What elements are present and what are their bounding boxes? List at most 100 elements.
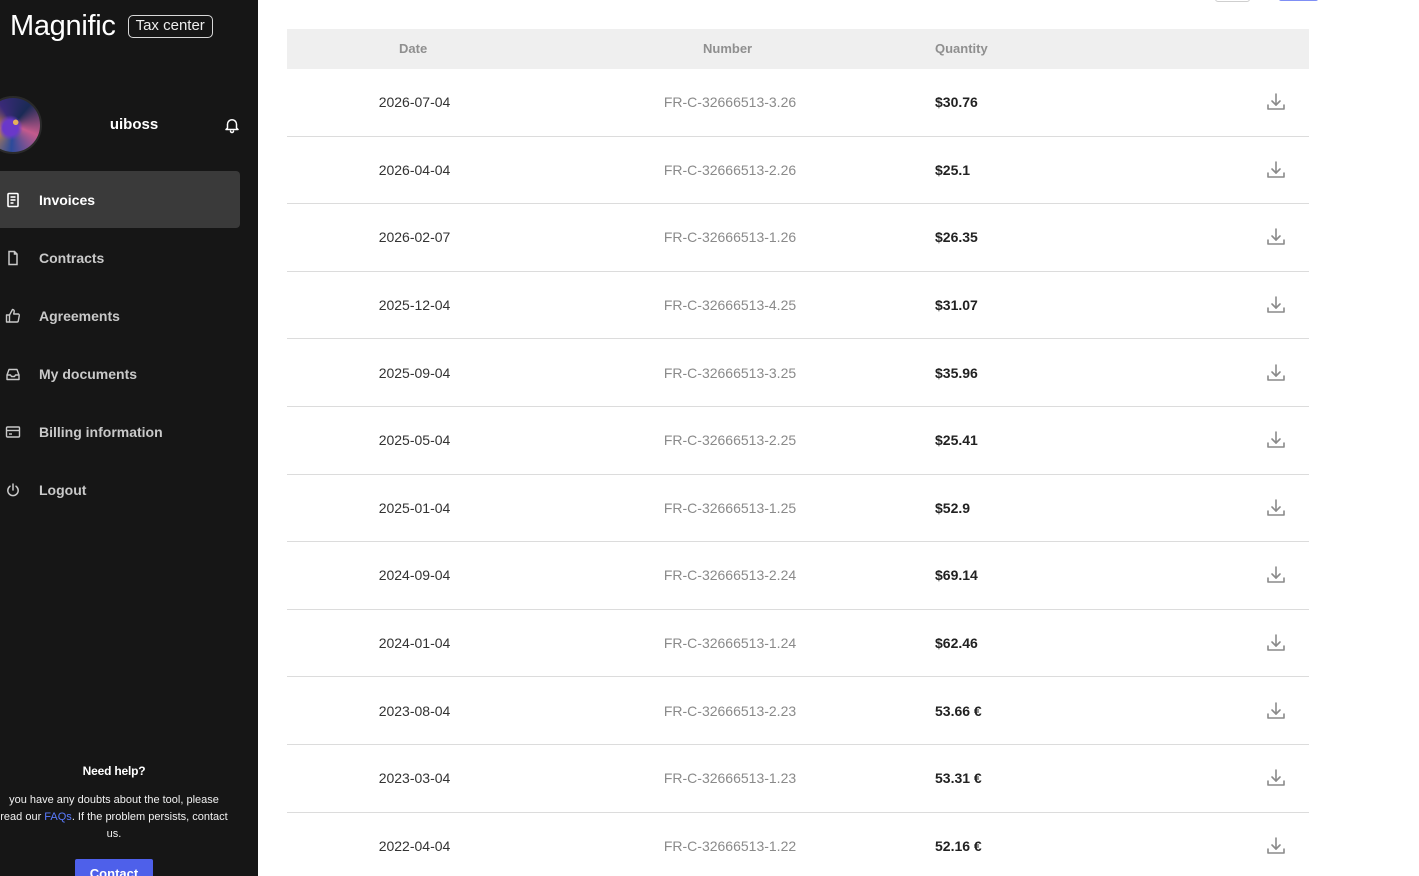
cell-quantity: 53.66 € — [935, 702, 982, 719]
sidebar-item-label: Logout — [39, 481, 87, 498]
top-control-primary[interactable] — [1279, 0, 1318, 1]
table-row: 2022-04-04 FR-C-32666513-1.22 52.16 € — [287, 813, 1309, 876]
help-text-after: . If the problem persists, contact us. — [71, 811, 228, 840]
sidebar-item-label: Agreements — [39, 307, 120, 324]
sidebar-item-label: My documents — [39, 365, 138, 382]
credit-card-icon — [5, 424, 21, 440]
sidebar: Magnific Tax center uiboss Invoices Cont… — [0, 0, 258, 876]
download-icon[interactable] — [1265, 362, 1287, 384]
download-icon[interactable] — [1265, 159, 1287, 181]
user-profile: uiboss — [0, 96, 258, 154]
sidebar-item-billing-information[interactable]: Billing information — [0, 403, 240, 460]
cell-date: 2024-09-04 — [378, 567, 451, 584]
sidebar-item-agreements[interactable]: Agreements — [0, 287, 240, 344]
app-root: Magnific Tax center uiboss Invoices Cont… — [0, 0, 1419, 876]
cell-date: 2025-05-04 — [378, 432, 451, 449]
column-header-number: Number — [703, 41, 753, 56]
table-row: 2023-08-04 FR-C-32666513-2.23 53.66 € — [287, 677, 1309, 745]
cell-number: FR-C-32666513-3.26 — [663, 94, 797, 111]
table-body: 2026-07-04 FR-C-32666513-3.26 $30.76 2026-0… — [287, 69, 1309, 876]
table-row: 2025-05-04 FR-C-32666513-2.25 $25.41 — [287, 407, 1309, 475]
table-row: 2026-02-07 FR-C-32666513-1.26 $26.35 — [287, 204, 1309, 272]
invoice-icon — [5, 192, 21, 208]
download-icon[interactable] — [1265, 564, 1287, 586]
brand: Magnific Tax center — [10, 10, 213, 43]
tax-center-badge: Tax center — [127, 15, 213, 38]
sidebar-item-label: Contracts — [39, 249, 105, 266]
download-icon[interactable] — [1265, 632, 1287, 654]
cell-quantity: $62.46 — [935, 635, 978, 652]
table-row: 2026-04-04 FR-C-32666513-2.26 $25.1 — [287, 137, 1309, 205]
table-row: 2025-09-04 FR-C-32666513-3.25 $35.96 — [287, 339, 1309, 407]
cell-date: 2026-02-07 — [378, 229, 451, 246]
column-header-date: Date — [399, 41, 428, 56]
cell-number: FR-C-32666513-2.26 — [663, 161, 797, 178]
faqs-link[interactable]: FAQs — [44, 811, 72, 823]
cell-date: 2023-08-04 — [378, 702, 451, 719]
sidebar-nav: Invoices Contracts Agreements My documen… — [0, 171, 258, 519]
download-icon[interactable] — [1265, 91, 1287, 113]
power-icon — [5, 482, 21, 498]
cell-quantity: 52.16 € — [935, 837, 982, 854]
cell-number: FR-C-32666513-1.24 — [663, 635, 797, 652]
cell-number: FR-C-32666513-1.23 — [663, 770, 797, 787]
download-icon[interactable] — [1265, 429, 1287, 451]
cell-number: FR-C-32666513-2.25 — [663, 432, 797, 449]
download-icon[interactable] — [1265, 497, 1287, 519]
cell-quantity: $25.41 — [935, 432, 978, 449]
download-icon[interactable] — [1265, 835, 1287, 857]
help-text: you have any doubts about the tool, plea… — [0, 792, 228, 843]
table-row: 2025-12-04 FR-C-32666513-4.25 $31.07 — [287, 272, 1309, 340]
cell-quantity: 53.31 € — [935, 770, 982, 787]
cell-number: FR-C-32666513-1.22 — [663, 837, 797, 854]
help-title: Need help? — [82, 764, 146, 778]
download-icon[interactable] — [1265, 700, 1287, 722]
cell-quantity: $26.35 — [935, 229, 978, 246]
cell-date: 2022-04-04 — [378, 837, 451, 854]
sidebar-item-label: Billing information — [39, 423, 163, 440]
help-section: Need help? you have any doubts about the… — [0, 764, 228, 876]
cell-quantity: $52.9 — [935, 499, 971, 516]
download-icon[interactable] — [1265, 294, 1287, 316]
cell-date: 2023-03-04 — [378, 770, 451, 787]
file-icon — [5, 250, 21, 266]
sidebar-item-my-documents[interactable]: My documents — [0, 345, 240, 402]
cell-date: 2026-04-04 — [378, 161, 451, 178]
cell-quantity: $31.07 — [935, 297, 978, 314]
cell-quantity: $69.14 — [935, 567, 978, 584]
table-row: 2024-09-04 FR-C-32666513-2.24 $69.14 — [287, 542, 1309, 610]
sidebar-item-logout[interactable]: Logout — [0, 461, 240, 518]
bell-icon[interactable] — [223, 116, 241, 134]
cell-date: 2025-09-04 — [378, 364, 451, 381]
cell-number: FR-C-32666513-2.24 — [663, 567, 797, 584]
sidebar-item-invoices[interactable]: Invoices — [0, 171, 240, 228]
cell-date: 2026-07-04 — [378, 94, 451, 111]
cell-number: FR-C-32666513-4.25 — [663, 297, 797, 314]
inbox-icon — [5, 366, 21, 382]
invoices-table: Date Number Quantity 2026-07-04 FR-C-3266… — [287, 29, 1309, 876]
top-control-outline[interactable] — [1215, 0, 1250, 2]
sidebar-item-contracts[interactable]: Contracts — [0, 229, 240, 286]
table-row: 2024-01-04 FR-C-32666513-1.24 $62.46 — [287, 610, 1309, 678]
column-header-quantity: Quantity — [935, 41, 988, 56]
cell-quantity: $30.76 — [935, 94, 978, 111]
table-row: 2025-01-04 FR-C-32666513-1.25 $52.9 — [287, 475, 1309, 543]
cell-number: FR-C-32666513-1.26 — [663, 229, 797, 246]
cell-number: FR-C-32666513-3.25 — [663, 364, 797, 381]
table-row: 2023-03-04 FR-C-32666513-1.23 53.31 € — [287, 745, 1309, 813]
cell-date: 2025-12-04 — [378, 297, 451, 314]
table-header: Date Number Quantity — [287, 29, 1309, 69]
cell-number: FR-C-32666513-1.25 — [663, 499, 797, 516]
cell-number: FR-C-32666513-2.23 — [663, 702, 797, 719]
cell-quantity: $35.96 — [935, 364, 978, 381]
cell-date: 2024-01-04 — [378, 635, 451, 652]
cell-date: 2025-01-04 — [378, 499, 451, 516]
contact-button[interactable]: Contact — [75, 859, 153, 876]
download-icon[interactable] — [1265, 767, 1287, 789]
brand-logo[interactable]: Magnific — [10, 10, 116, 43]
sidebar-item-label: Invoices — [39, 191, 96, 208]
table-row: 2026-07-04 FR-C-32666513-3.26 $30.76 — [287, 69, 1309, 137]
download-icon[interactable] — [1265, 226, 1287, 248]
thumbs-up-icon — [5, 308, 21, 324]
cell-quantity: $25.1 — [935, 161, 971, 178]
